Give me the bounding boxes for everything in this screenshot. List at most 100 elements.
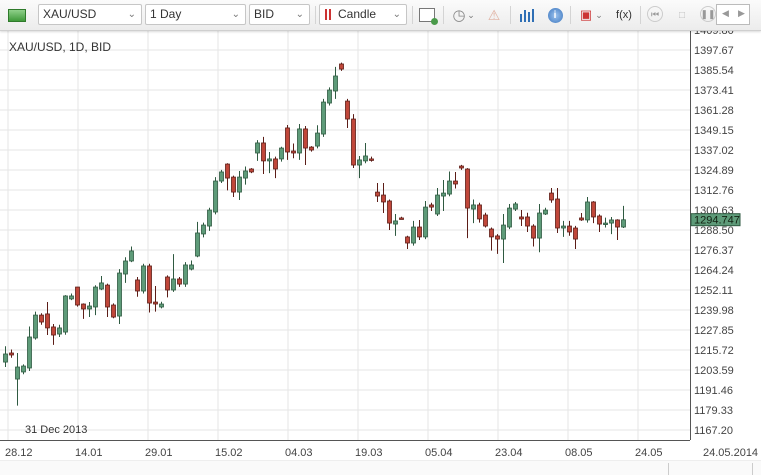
chart-toolbar: XAU/USD ⌄ 1 Day ⌄ BID ⌄ Candle ⌄ ◷ ⌄ ⚠ i ▣ ⌄… bbox=[0, 0, 761, 31]
price-chart[interactable]: 1409.801397.671385.541373.411361.281349.… bbox=[0, 0, 761, 474]
candle-body bbox=[417, 226, 422, 238]
candle-body bbox=[543, 209, 548, 215]
candle bbox=[99, 276, 104, 291]
candle bbox=[537, 203, 542, 253]
candle-body bbox=[39, 314, 44, 323]
y-tick-label: 1349.15 bbox=[694, 125, 734, 137]
candle bbox=[411, 220, 416, 246]
candle-body bbox=[3, 353, 8, 363]
candle-body bbox=[99, 282, 104, 290]
next-icon[interactable]: ▶ bbox=[738, 8, 745, 19]
candle-body bbox=[363, 155, 368, 162]
candle-body bbox=[441, 192, 446, 197]
x-tick-label: 14.01 bbox=[75, 447, 103, 459]
symbol-select[interactable]: XAU/USD ⌄ bbox=[38, 4, 142, 25]
candle-body bbox=[183, 264, 188, 285]
candle bbox=[81, 303, 86, 319]
candle bbox=[51, 323, 56, 345]
prev-icon[interactable]: ◀ bbox=[722, 8, 729, 19]
candle bbox=[591, 201, 596, 224]
info-icon[interactable]: i bbox=[546, 6, 564, 24]
candle bbox=[63, 295, 68, 335]
candle bbox=[291, 143, 296, 159]
candle-body bbox=[489, 228, 494, 238]
current-price-label: 1294.747 bbox=[694, 215, 740, 227]
add-chart-icon[interactable] bbox=[418, 6, 438, 25]
candle bbox=[543, 207, 548, 215]
x-tick-label: 29.01 bbox=[145, 447, 173, 459]
candle bbox=[93, 285, 98, 316]
candle-body bbox=[585, 201, 590, 221]
drawing-icon[interactable]: ▣ bbox=[577, 6, 595, 24]
chevron-down-icon[interactable]: ⌄ bbox=[594, 6, 604, 24]
candle bbox=[399, 216, 404, 220]
candle-body bbox=[63, 295, 68, 333]
chart-type-select[interactable]: Candle ⌄ bbox=[319, 4, 407, 25]
volume-icon[interactable] bbox=[518, 6, 536, 24]
pause-icon[interactable]: ❚❚ bbox=[700, 6, 716, 22]
candle-body bbox=[159, 303, 164, 308]
candle-body bbox=[357, 159, 362, 166]
period-value: 1 Day bbox=[150, 7, 182, 21]
alert-icon[interactable]: ⚠ bbox=[485, 6, 503, 24]
candle bbox=[363, 142, 368, 164]
symbol-value: XAU/USD bbox=[43, 7, 97, 21]
candle bbox=[123, 257, 128, 283]
candle-body bbox=[519, 216, 524, 220]
candle bbox=[489, 227, 494, 251]
y-tick-label: 1397.67 bbox=[694, 45, 734, 57]
candle bbox=[27, 326, 32, 371]
candle-body bbox=[447, 180, 452, 195]
candle-body bbox=[105, 284, 110, 308]
candle-body bbox=[111, 304, 116, 318]
candle bbox=[9, 349, 14, 358]
candle bbox=[417, 219, 422, 241]
candle bbox=[159, 301, 164, 309]
candle-body bbox=[537, 212, 542, 239]
candle-body bbox=[381, 194, 386, 203]
candle-body bbox=[483, 214, 488, 227]
candle-body bbox=[225, 163, 230, 179]
grid bbox=[0, 29, 690, 440]
candle-body bbox=[273, 158, 278, 170]
candle bbox=[189, 260, 194, 271]
layout-icon[interactable] bbox=[8, 6, 26, 24]
repeat-icon[interactable]: □ bbox=[673, 6, 691, 24]
first-icon[interactable]: ⏮ bbox=[647, 6, 663, 22]
separator bbox=[510, 6, 511, 24]
candle-body bbox=[69, 295, 74, 300]
candle-icon bbox=[325, 9, 327, 20]
candle bbox=[351, 114, 356, 169]
candle-body bbox=[237, 176, 242, 193]
candle-body bbox=[465, 168, 470, 209]
candle bbox=[207, 207, 212, 231]
end-date-label: 24.05.2014 bbox=[703, 447, 758, 459]
chevron-down-icon[interactable]: ⌄ bbox=[466, 6, 476, 24]
x-tick-label: 23.04 bbox=[495, 447, 523, 459]
candle bbox=[141, 263, 146, 294]
candle-body bbox=[27, 336, 32, 369]
candle bbox=[573, 225, 578, 249]
candle-body bbox=[435, 194, 440, 215]
candle-body bbox=[393, 220, 398, 225]
candle bbox=[39, 313, 44, 325]
candle-body bbox=[87, 305, 92, 310]
y-tick-label: 1252.11 bbox=[694, 285, 733, 297]
candle bbox=[219, 169, 224, 184]
candle-body bbox=[45, 313, 50, 329]
candle-body bbox=[369, 158, 374, 161]
candle-body bbox=[405, 236, 410, 244]
chart-scrollbar[interactable] bbox=[0, 460, 761, 475]
price-type-select[interactable]: BID ⌄ bbox=[249, 4, 310, 25]
period-select[interactable]: 1 Day ⌄ bbox=[145, 4, 246, 25]
candle bbox=[171, 254, 176, 292]
candle-body bbox=[513, 203, 518, 210]
function-icon[interactable]: f(x) bbox=[613, 6, 635, 24]
y-tick-label: 1264.24 bbox=[694, 265, 734, 277]
candle-body bbox=[123, 260, 128, 275]
candle-body bbox=[243, 170, 248, 179]
candle bbox=[135, 276, 140, 297]
y-tick-label: 1179.33 bbox=[694, 405, 733, 417]
y-tick-label: 1385.54 bbox=[694, 65, 734, 77]
candle-body bbox=[477, 204, 482, 220]
